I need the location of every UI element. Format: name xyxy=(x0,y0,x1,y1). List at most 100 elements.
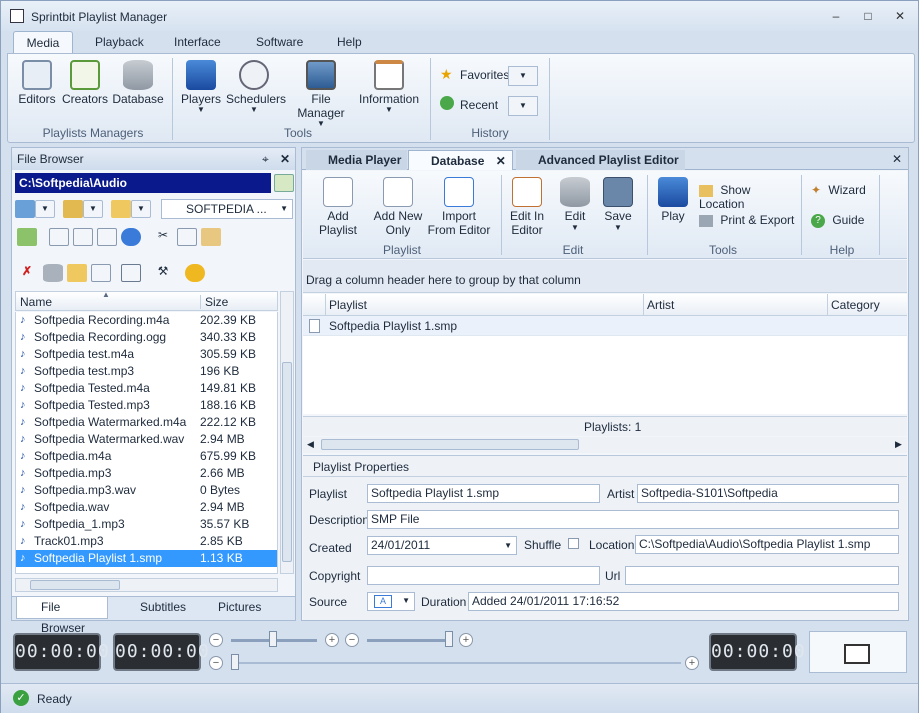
scroll-left-icon[interactable]: ◀ xyxy=(307,439,314,450)
information-button[interactable]: Information ▼ xyxy=(358,56,420,116)
close-document-icon[interactable]: ✕ xyxy=(892,152,902,166)
group-by-area[interactable]: Drag a column header here to group by th… xyxy=(303,260,907,293)
settings-icon[interactable] xyxy=(185,264,205,282)
chevron-down-icon[interactable]: ▼ xyxy=(504,537,512,554)
detail-view-icon[interactable] xyxy=(73,228,93,246)
cut-icon[interactable]: ✂ xyxy=(153,228,173,246)
volume-thumb[interactable] xyxy=(445,631,453,647)
scroll-thumb[interactable] xyxy=(282,362,292,562)
globe-icon[interactable] xyxy=(121,228,141,246)
zoom-in-icon[interactable]: + xyxy=(325,633,339,647)
playlist-field[interactable]: Softpedia Playlist 1.smp xyxy=(367,484,600,503)
thumbnail-view-icon[interactable] xyxy=(97,228,117,246)
tab-playback[interactable]: Playback xyxy=(85,31,154,53)
list-item[interactable]: ♪ Softpedia.wav 2.94 MB xyxy=(16,499,277,516)
recent-button[interactable]: Recent xyxy=(440,96,506,116)
tab-help[interactable]: Help xyxy=(327,31,372,53)
paste-icon[interactable] xyxy=(201,228,221,246)
recent-dropdown[interactable]: ▼ xyxy=(508,96,538,116)
refresh-icon[interactable] xyxy=(17,228,37,246)
add-playlist-button[interactable]: Add Playlist xyxy=(307,173,369,237)
list-item[interactable]: ♪ Softpedia test.m4a 305.59 KB xyxy=(16,346,277,363)
h-scroll-thumb[interactable] xyxy=(321,439,579,450)
column-header-size[interactable]: Size xyxy=(200,295,228,309)
list-item[interactable]: ♪ Softpedia Recording.ogg 340.33 KB xyxy=(16,329,277,346)
list-item[interactable]: ♪ Softpedia.mp3 2.66 MB xyxy=(16,465,277,482)
column-header-name[interactable]: Name xyxy=(20,295,52,309)
location-field[interactable]: C:\Softpedia\Audio\Softpedia Playlist 1.… xyxy=(635,535,899,554)
list-view-icon[interactable] xyxy=(49,228,69,246)
slider-thumb[interactable] xyxy=(269,631,277,647)
save-button[interactable]: Save ▼ xyxy=(597,173,639,233)
seek-track[interactable] xyxy=(231,662,681,664)
list-item[interactable]: ♪ Track01.mp3 2.85 KB xyxy=(16,533,277,550)
description-field[interactable]: SMP File xyxy=(367,510,899,529)
copy-icon[interactable] xyxy=(177,228,197,246)
tab-pictures[interactable]: Pictures xyxy=(196,597,261,619)
artist-field[interactable]: Softpedia-S101\Softpedia xyxy=(637,484,899,503)
copyright-field[interactable] xyxy=(367,566,600,585)
add-new-only-button[interactable]: Add New Only xyxy=(373,173,423,237)
minimize-button[interactable]: – xyxy=(825,8,847,24)
tab-advanced-playlist-editor[interactable]: Advanced Playlist Editor xyxy=(516,150,685,170)
editors-button[interactable]: Editors xyxy=(14,56,60,116)
favorites-folder-icon[interactable] xyxy=(15,200,35,218)
tab-database[interactable]: Database ✕ xyxy=(408,150,513,170)
zoom-out-icon[interactable]: − xyxy=(209,633,223,647)
tab-file-browser[interactable]: File Browser xyxy=(16,597,108,635)
volume-track[interactable] xyxy=(367,639,453,642)
playlist-windows-button[interactable] xyxy=(809,631,907,673)
column-header-artist[interactable]: Artist xyxy=(643,294,827,316)
source-selector[interactable]: A ▼ xyxy=(367,592,415,611)
table-row[interactable]: Softpedia Playlist 1.smp xyxy=(303,316,907,336)
column-header-category[interactable]: Category xyxy=(827,294,907,316)
close-button[interactable]: ✕ xyxy=(889,8,911,24)
chevron-down-icon[interactable]: ▼ xyxy=(131,200,151,218)
wizard-button[interactable]: ✦ Wizard xyxy=(811,183,875,201)
list-item[interactable]: ♪ Softpedia test.mp3 196 KB xyxy=(16,363,277,380)
volume-up-icon[interactable]: + xyxy=(459,633,473,647)
database-small-icon[interactable] xyxy=(43,264,63,282)
url-field[interactable] xyxy=(625,566,899,585)
chevron-down-icon[interactable]: ▼ xyxy=(35,200,55,218)
list-item[interactable]: ♪ Softpedia Recording.m4a 202.39 KB xyxy=(16,312,277,329)
duration-field[interactable]: Added 24/01/2011 17:16:52 xyxy=(468,592,899,611)
list-item[interactable]: ♪ Softpedia.m4a 675.99 KB xyxy=(16,448,277,465)
properties-icon[interactable] xyxy=(91,264,111,282)
grid-horizontal-scrollbar[interactable]: ◀ ▶ xyxy=(303,437,907,453)
volume-down-icon[interactable]: − xyxy=(345,633,359,647)
go-up-icon[interactable] xyxy=(274,174,294,192)
file-manager-button[interactable]: File Manager ▼ xyxy=(288,56,354,128)
shuffle-checkbox[interactable] xyxy=(568,538,579,549)
path-field[interactable]: C:\Softpedia\Audio xyxy=(15,173,271,193)
scroll-right-icon[interactable]: ▶ xyxy=(895,439,902,450)
database-button[interactable]: Database xyxy=(112,56,164,116)
new-folder-icon[interactable] xyxy=(67,264,87,282)
delete-icon[interactable]: ✗ xyxy=(17,264,37,282)
favorites-dropdown[interactable]: ▼ xyxy=(508,66,538,86)
players-button[interactable]: Players ▼ xyxy=(178,56,224,116)
folder-icon[interactable] xyxy=(111,200,131,218)
creators-button[interactable]: Creators xyxy=(60,56,110,116)
close-tab-icon[interactable]: ✕ xyxy=(496,154,506,168)
play-button[interactable]: Play xyxy=(653,173,693,233)
schedulers-button[interactable]: Schedulers ▼ xyxy=(226,56,286,116)
list-item[interactable]: ♪ Softpedia Watermarked.m4a 222.12 KB xyxy=(16,414,277,431)
seek-back-icon[interactable]: − xyxy=(209,656,223,670)
add-folder-icon[interactable] xyxy=(63,200,83,218)
close-panel-icon[interactable]: ✕ xyxy=(280,148,290,170)
drive-selector[interactable]: SOFTPEDIA ... ▼ xyxy=(161,199,293,219)
view-options-icon[interactable] xyxy=(121,264,141,282)
created-date-field[interactable]: 24/01/2011 ▼ xyxy=(367,536,517,555)
list-item[interactable]: ♪ Softpedia Playlist 1.smp 1.13 KB xyxy=(16,550,277,567)
tab-subtitles[interactable]: Subtitles xyxy=(116,597,186,619)
h-scroll-thumb[interactable] xyxy=(30,580,120,590)
tab-media-player[interactable]: Media Player xyxy=(306,150,408,170)
seek-thumb[interactable] xyxy=(231,654,239,670)
maximize-button[interactable]: □ xyxy=(857,8,879,24)
list-item[interactable]: ♪ Softpedia Tested.mp3 188.16 KB xyxy=(16,397,277,414)
show-location-button[interactable]: Show Location xyxy=(699,183,795,211)
chevron-down-icon[interactable]: ▼ xyxy=(83,200,103,218)
list-item[interactable]: ♪ Softpedia_1.mp3 35.57 KB xyxy=(16,516,277,533)
guide-button[interactable]: ? Guide xyxy=(811,213,875,231)
